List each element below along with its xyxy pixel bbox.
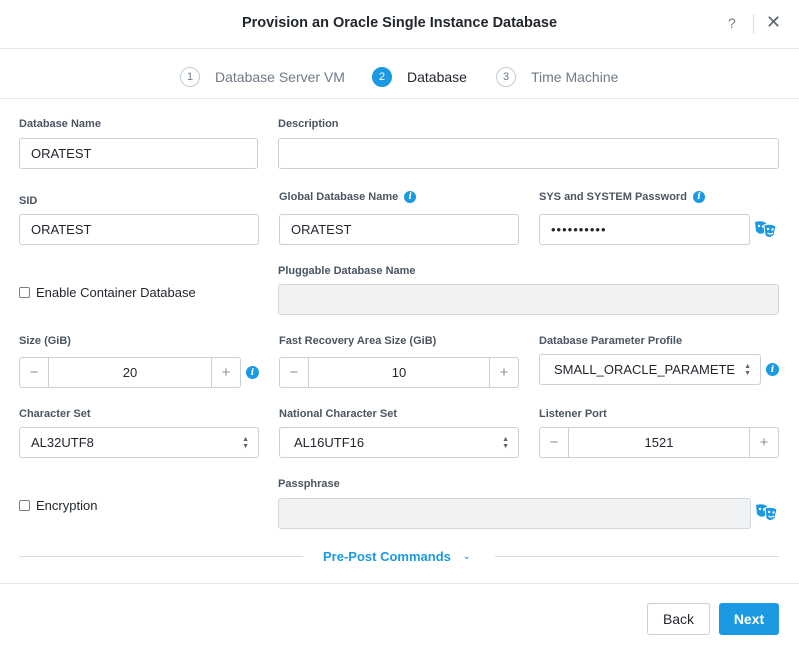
step-label: Database Server VM xyxy=(215,69,345,85)
character-set-label: Character Set xyxy=(19,408,91,420)
description-input[interactable] xyxy=(278,138,779,169)
enable-container-database-option[interactable]: Enable Container Database xyxy=(19,285,196,300)
sys-password-input[interactable]: •••••••••• xyxy=(539,214,750,245)
pre-post-commands-toggle[interactable]: Pre-Post Commands ⌄ xyxy=(323,549,470,564)
size-label: Size (GiB) xyxy=(19,335,71,347)
size-stepper[interactable]: − 20 + xyxy=(19,357,241,388)
dialog-header: Provision an Oracle Single Instance Data… xyxy=(0,0,799,49)
enable-container-database-checkbox[interactable] xyxy=(19,287,30,298)
close-icon[interactable]: ✕ xyxy=(766,12,781,32)
fast-recovery-area-size-label: Fast Recovery Area Size (GiB) xyxy=(279,335,437,347)
show-passphrase-mask-icon[interactable] xyxy=(754,502,780,524)
pre-post-commands-label: Pre-Post Commands xyxy=(323,549,451,564)
pluggable-database-name-label: Pluggable Database Name xyxy=(278,265,416,277)
step-database-server-vm[interactable]: 1 Database Server VM xyxy=(180,66,345,88)
show-password-mask-icon[interactable] xyxy=(753,219,779,241)
national-character-set-select[interactable]: AL16UTF16 ▲ ▼ xyxy=(279,427,519,458)
fast-recovery-area-size-stepper[interactable]: − 10 + xyxy=(279,357,519,388)
divider xyxy=(19,556,303,557)
divider xyxy=(495,556,779,557)
select-arrows-icon: ▲ ▼ xyxy=(744,363,751,377)
database-name-input[interactable]: ORATEST xyxy=(19,138,258,169)
fra-increment-button[interactable]: + xyxy=(489,358,518,387)
footer-divider xyxy=(0,583,799,584)
global-database-name-label-text: Global Database Name xyxy=(279,191,399,203)
pluggable-database-name-input[interactable] xyxy=(278,284,779,315)
step-database[interactable]: 2 Database xyxy=(372,66,467,88)
wizard-steps: 1 Database Server VM 2 Database 3 Time M… xyxy=(0,50,799,99)
listener-port-increment-button[interactable]: + xyxy=(749,428,778,457)
passphrase-input[interactable] xyxy=(278,498,751,529)
step-label: Time Machine xyxy=(531,69,619,85)
size-decrement-button[interactable]: − xyxy=(20,358,49,387)
sid-input[interactable]: ORATEST xyxy=(19,214,259,245)
chevron-down-icon: ⌄ xyxy=(462,551,471,561)
step-number: 1 xyxy=(180,67,200,87)
next-button[interactable]: Next xyxy=(719,603,779,635)
select-arrows-icon: ▲ ▼ xyxy=(502,436,509,450)
enable-container-database-label: Enable Container Database xyxy=(36,285,196,300)
database-parameter-profile-label: Database Parameter Profile xyxy=(539,335,683,347)
size-increment-button[interactable]: + xyxy=(211,358,240,387)
listener-port-label: Listener Port xyxy=(539,408,607,420)
back-button[interactable]: Back xyxy=(647,603,710,635)
fra-decrement-button[interactable]: − xyxy=(280,358,309,387)
database-name-label: Database Name xyxy=(19,118,101,130)
global-database-name-input[interactable]: ORATEST xyxy=(279,214,519,245)
fra-value[interactable]: 10 xyxy=(309,358,489,387)
character-set-value: AL32UTF8 xyxy=(31,435,94,450)
encryption-checkbox[interactable] xyxy=(19,500,30,511)
encryption-option[interactable]: Encryption xyxy=(19,498,97,513)
dialog-title: Provision an Oracle Single Instance Data… xyxy=(241,15,558,31)
step-number: 3 xyxy=(496,67,516,87)
listener-port-value[interactable]: 1521 xyxy=(569,428,749,457)
listener-port-stepper[interactable]: − 1521 + xyxy=(539,427,779,458)
step-time-machine[interactable]: 3 Time Machine xyxy=(496,66,618,88)
national-character-set-label: National Character Set xyxy=(279,408,397,420)
global-database-name-label: Global Database Name i xyxy=(279,191,417,203)
header-separator xyxy=(753,14,754,34)
info-icon[interactable]: i xyxy=(246,366,259,379)
national-character-set-value: AL16UTF16 xyxy=(294,435,365,450)
info-icon[interactable]: i xyxy=(692,191,705,203)
database-parameter-profile-value: SMALL_ORACLE_PARAMETE xyxy=(554,362,736,377)
encryption-label: Encryption xyxy=(36,498,98,513)
size-value[interactable]: 20 xyxy=(49,358,211,387)
description-label: Description xyxy=(278,118,339,130)
sys-password-label: SYS and SYSTEM Password i xyxy=(539,191,705,203)
sid-label: SID xyxy=(19,195,38,207)
info-icon[interactable]: i xyxy=(404,191,417,203)
step-label: Database xyxy=(407,69,467,85)
step-number: 2 xyxy=(372,67,392,87)
info-icon[interactable]: i xyxy=(766,363,779,376)
sys-password-label-text: SYS and SYSTEM Password xyxy=(539,191,687,203)
select-arrows-icon: ▲ ▼ xyxy=(242,436,249,450)
character-set-select[interactable]: AL32UTF8 ▲ ▼ xyxy=(19,427,259,458)
database-parameter-profile-select[interactable]: SMALL_ORACLE_PARAMETE ▲ ▼ xyxy=(539,354,761,385)
help-icon[interactable]: ? xyxy=(728,15,736,31)
listener-port-decrement-button[interactable]: − xyxy=(540,428,569,457)
passphrase-label: Passphrase xyxy=(278,478,340,490)
